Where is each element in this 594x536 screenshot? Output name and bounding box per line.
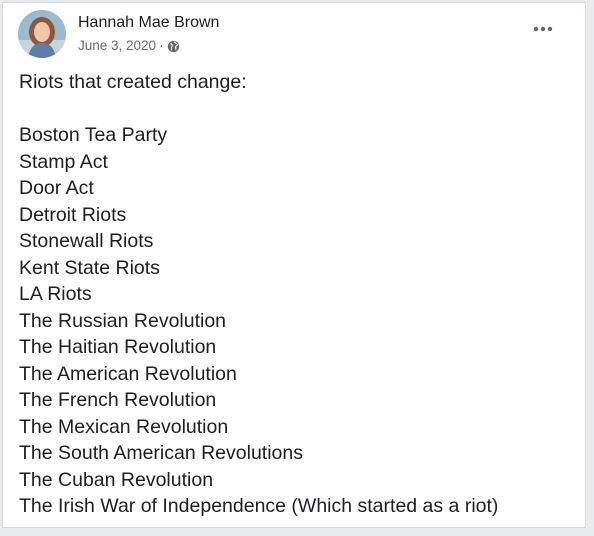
post-card: Hannah Mae Brown June 3, 2020 · Riots th… — [2, 2, 586, 528]
list-item: Stonewall Riots — [19, 230, 154, 252]
more-horizontal-icon — [533, 26, 553, 32]
avatar[interactable] — [18, 10, 66, 58]
meta-separator: · — [159, 38, 164, 53]
list-item: Door Act — [19, 177, 94, 199]
list-item: LA Riots — [19, 283, 92, 305]
post-body: Riots that created change: Boston Tea Pa… — [19, 69, 569, 520]
list-item: The Russian Revolution — [19, 309, 227, 332]
post-meta: June 3, 2020 · — [78, 37, 180, 55]
list-item: Kent State Riots — [19, 256, 160, 279]
list-item: The Haitian Revolution — [19, 336, 217, 358]
list-item: The American Revolution — [19, 362, 237, 385]
list-item: The Mexican Revolution — [19, 415, 229, 438]
list-item: The Irish War of Independence (Which sta… — [19, 495, 499, 517]
list-item: Stamp Act — [19, 150, 108, 173]
riots-list: Boston Tea Party Stamp Act Door Act Detr… — [19, 122, 569, 520]
post-date[interactable]: June 3, 2020 — [78, 37, 156, 55]
post-header: Hannah Mae Brown June 3, 2020 · — [3, 3, 585, 65]
list-item: The South American Revolutions — [19, 442, 303, 464]
profile-photo-icon — [18, 10, 66, 58]
list-item: Boston Tea Party — [19, 124, 168, 146]
more-options-button[interactable] — [529, 19, 557, 39]
list-item: The French Revolution — [19, 389, 217, 411]
post-intro: Riots that created change: — [19, 71, 247, 93]
list-item: The Cuban Revolution — [19, 468, 214, 491]
globe-icon[interactable] — [167, 40, 180, 53]
author-name[interactable]: Hannah Mae Brown — [78, 13, 219, 33]
list-item: Detroit Riots — [19, 203, 127, 226]
